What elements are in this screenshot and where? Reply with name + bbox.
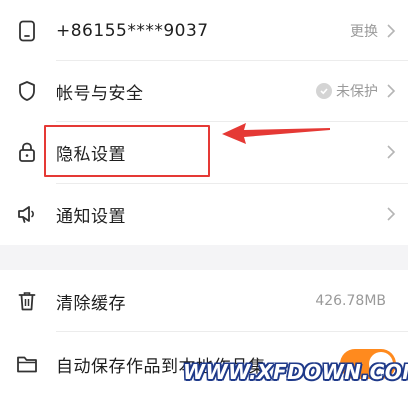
- trash-icon: [16, 290, 38, 312]
- chevron-right-icon: [387, 84, 396, 98]
- folder-icon: [16, 353, 38, 375]
- account-settings-group: +86155****9037 更换 帐号与安全 未保护 隐私设置 通知设置: [0, 0, 408, 245]
- clear-cache-row[interactable]: 清除缓存 426.78MB: [0, 270, 408, 332]
- security-status-text: 未保护: [336, 84, 378, 100]
- annotation-arrow: [222, 123, 330, 144]
- account-security-label: 帐号与安全: [56, 83, 144, 104]
- cache-size: 426.78MB: [315, 293, 386, 309]
- speaker-icon: [16, 203, 38, 225]
- shield-icon: [16, 80, 38, 102]
- notification-settings-row[interactable]: 通知设置: [0, 183, 408, 245]
- phone-icon: [16, 20, 38, 42]
- check-circle-icon: [316, 83, 332, 99]
- phone-number-label: +86155****9037: [56, 21, 209, 41]
- security-status: 未保护: [316, 81, 378, 101]
- phone-number-row[interactable]: +86155****9037 更换: [0, 0, 408, 62]
- lock-icon: [16, 141, 38, 163]
- privacy-highlight-box: [44, 125, 210, 177]
- chevron-right-icon: [387, 145, 396, 159]
- storage-settings-group: 清除缓存 426.78MB 自动保存作品到本地作品集: [0, 270, 408, 410]
- clear-cache-label: 清除缓存: [56, 293, 126, 314]
- change-phone-text: 更换: [350, 24, 378, 40]
- change-phone-link[interactable]: 更换: [350, 21, 378, 41]
- chevron-right-icon: [387, 207, 396, 221]
- account-security-row[interactable]: 帐号与安全 未保护: [0, 60, 408, 122]
- notification-settings-label: 通知设置: [56, 206, 126, 227]
- chevron-right-icon: [387, 24, 396, 38]
- watermark: WWW.XFDOWN.COM: [183, 360, 408, 384]
